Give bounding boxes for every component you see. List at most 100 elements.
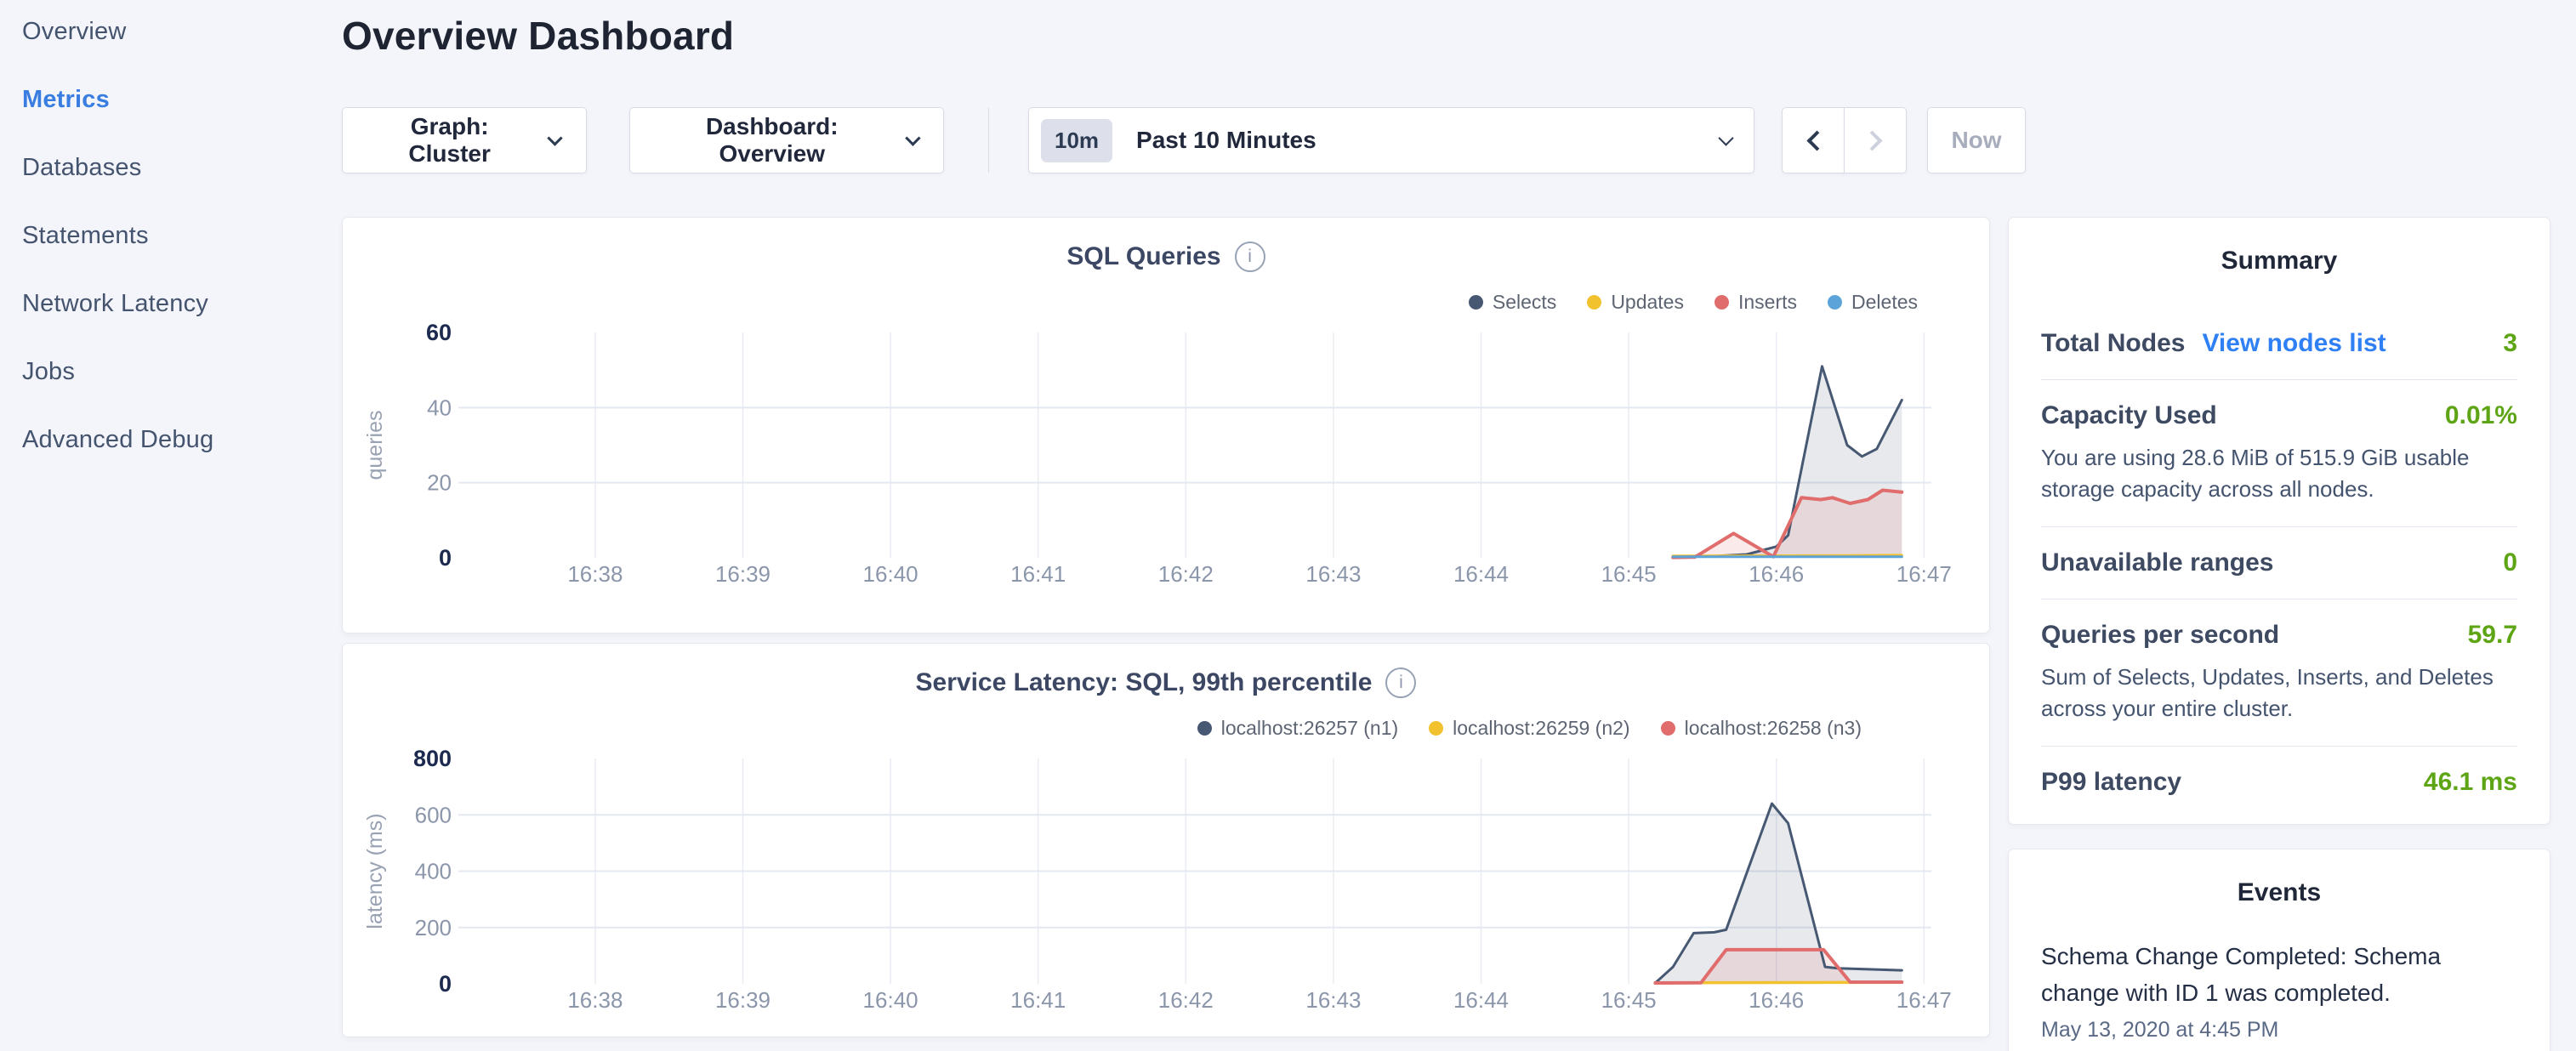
- sidebar-item-statements[interactable]: Statements: [22, 221, 342, 250]
- svg-text:16:43: 16:43: [1305, 561, 1361, 587]
- summary-row-queries-per-second: Queries per second 59.7 Sum of Selects, Up…: [2041, 599, 2517, 746]
- svg-text:40: 40: [427, 395, 452, 420]
- sidebar-item-network-latency[interactable]: Network Latency: [22, 289, 342, 318]
- svg-text:16:40: 16:40: [863, 987, 918, 1013]
- legend-item-localhost-26258-n3-: localhost:26258 (n3): [1661, 717, 1862, 740]
- svg-text:800: 800: [413, 746, 452, 771]
- chart-title: SQL Queries: [1066, 242, 1220, 271]
- legend-item-selects: Selects: [1469, 291, 1556, 314]
- summary-row-description: You are using 28.6 MiB of 515.9 GiB usab…: [2041, 442, 2500, 505]
- main-content: Overview Dashboard Graph: Cluster Dashbo…: [342, 0, 2576, 1051]
- summary-row-label: Unavailable ranges: [2041, 548, 2273, 577]
- summary-row-label: Capacity Used: [2041, 401, 2217, 430]
- svg-text:16:47: 16:47: [1896, 561, 1952, 587]
- divider: [988, 108, 989, 173]
- chevron-down-icon: [905, 130, 920, 145]
- sidebar: Overview Metrics Databases Statements Networ…: [0, 0, 342, 1051]
- info-icon[interactable]: i: [1385, 668, 1416, 698]
- chevron-down-icon: [1718, 130, 1733, 145]
- svg-text:16:39: 16:39: [715, 561, 771, 587]
- time-range-selector[interactable]: 10m Past 10 Minutes: [1028, 107, 1754, 173]
- summary-row-value: 0: [2503, 548, 2517, 577]
- svg-text:16:44: 16:44: [1453, 987, 1509, 1013]
- legend-label: Updates: [1611, 291, 1684, 314]
- svg-text:60: 60: [426, 320, 452, 345]
- svg-text:600: 600: [415, 802, 452, 827]
- chart-legend: localhost:26257 (n1) localhost:26259 (n2)…: [1197, 717, 1862, 740]
- svg-text:16:42: 16:42: [1158, 987, 1214, 1013]
- now-button[interactable]: Now: [1927, 107, 2026, 173]
- content-area: 16:3816:3916:4016:4116:4216:4316:4416:45…: [342, 217, 2576, 1051]
- legend-dot: [1469, 295, 1483, 310]
- time-next-button[interactable]: [1844, 107, 1907, 173]
- legend-dot: [1587, 295, 1601, 310]
- time-prev-button[interactable]: [1782, 107, 1845, 173]
- summary-row-capacity-used: Capacity Used0.01%You are using 28.6 MiB…: [2041, 379, 2517, 526]
- svg-text:queries: queries: [363, 411, 387, 480]
- summary-row-label: Total Nodes: [2041, 329, 2185, 358]
- app-root: Overview Metrics Databases Statements Networ…: [0, 0, 2576, 1051]
- legend-dot: [1661, 721, 1675, 736]
- info-icon[interactable]: i: [1235, 241, 1265, 272]
- chart-legend: SelectsUpdatesInsertsDeletes: [1469, 291, 1918, 314]
- page-title: Overview Dashboard: [342, 12, 2576, 60]
- svg-text:16:38: 16:38: [567, 987, 623, 1013]
- svg-text:16:44: 16:44: [1453, 561, 1509, 587]
- svg-text:16:41: 16:41: [1010, 561, 1066, 587]
- svg-text:16:41: 16:41: [1010, 987, 1066, 1013]
- svg-text:200: 200: [415, 915, 452, 940]
- summary-row-head: Queries per second 59.7: [2041, 621, 2517, 650]
- legend-label: Selects: [1493, 291, 1556, 314]
- sql-queries-chart-panel: 16:3816:3916:4016:4116:4216:4316:4416:45…: [342, 217, 1990, 633]
- graph-dropdown[interactable]: Graph: Cluster: [342, 107, 587, 173]
- summary-row-head: Total Nodes View nodes list 3: [2041, 329, 2517, 358]
- view-nodes-list-link[interactable]: View nodes list: [2202, 329, 2386, 358]
- summary-row-label: Queries per second: [2041, 621, 2279, 650]
- chevron-down-icon: [548, 130, 563, 145]
- summary-rows: Total Nodes View nodes list 3 Capacity Used…: [2041, 308, 2517, 818]
- events-list: Schema Change Completed: Schema change w…: [2041, 938, 2517, 1042]
- summary-row-unavailable-ranges: Unavailable ranges 0: [2041, 526, 2517, 599]
- summary-row-description: Sum of Selects, Updates, Inserts, and De…: [2041, 662, 2500, 724]
- chart-title: Service Latency: SQL, 99th percentile: [916, 668, 1373, 697]
- svg-text:16:46: 16:46: [1749, 561, 1804, 587]
- summary-row-value: 3: [2503, 329, 2517, 358]
- summary-row-label: P99 latency: [2041, 768, 2181, 797]
- time-range-badge: 10m: [1041, 119, 1112, 162]
- events-panel: Events Schema Change Completed: Schema c…: [2008, 849, 2550, 1051]
- sidebar-item-advanced-debug[interactable]: Advanced Debug: [22, 425, 342, 454]
- summary-row-head: P99 latency46.1 ms: [2041, 768, 2517, 797]
- svg-text:16:42: 16:42: [1158, 561, 1214, 587]
- controls-bar: Graph: Cluster Dashboard: Overview 10m P…: [342, 107, 2576, 173]
- service-latency-chart-panel: 16:3816:3916:4016:4116:4216:4316:4416:45…: [342, 643, 1990, 1037]
- dashboard-dropdown[interactable]: Dashboard: Overview: [629, 107, 944, 173]
- svg-text:16:40: 16:40: [863, 561, 918, 587]
- svg-text:20: 20: [427, 470, 452, 496]
- summary-row-value: 59.7: [2468, 621, 2517, 650]
- legend-label: localhost:26258 (n3): [1685, 717, 1862, 740]
- svg-text:0: 0: [439, 545, 452, 571]
- sidebar-item-metrics[interactable]: Metrics: [22, 85, 342, 114]
- events-title: Events: [2041, 878, 2517, 907]
- sidebar-item-overview[interactable]: Overview: [22, 17, 342, 46]
- svg-text:latency (ms): latency (ms): [363, 813, 387, 929]
- svg-text:16:46: 16:46: [1749, 987, 1804, 1013]
- time-range-label: Past 10 Minutes: [1136, 127, 1316, 154]
- chevron-right-icon: [1862, 130, 1882, 151]
- legend-dot: [1828, 295, 1842, 310]
- charts-column: 16:3816:3916:4016:4116:4216:4316:4416:45…: [342, 217, 1990, 1051]
- sidebar-item-databases[interactable]: Databases: [22, 153, 342, 182]
- svg-text:16:38: 16:38: [567, 561, 623, 587]
- legend-item-localhost-26259-n2-: localhost:26259 (n2): [1429, 717, 1629, 740]
- legend-dot: [1197, 721, 1212, 736]
- sidebar-item-jobs[interactable]: Jobs: [22, 357, 342, 386]
- chevron-left-icon: [1806, 130, 1827, 151]
- sql-queries-chart[interactable]: 16:3816:3916:4016:4116:4216:4316:4416:45…: [343, 218, 1991, 634]
- svg-text:16:39: 16:39: [715, 987, 771, 1013]
- svg-text:0: 0: [439, 971, 452, 997]
- service-latency-chart[interactable]: 16:3816:3916:4016:4116:4216:4316:4416:45…: [343, 644, 1991, 1038]
- summary-row-head: Unavailable ranges 0: [2041, 548, 2517, 577]
- legend-item-updates: Updates: [1587, 291, 1684, 314]
- summary-row-p99-latency: P99 latency46.1 ms: [2041, 746, 2517, 818]
- legend-item-localhost-26257-n1-: localhost:26257 (n1): [1197, 717, 1398, 740]
